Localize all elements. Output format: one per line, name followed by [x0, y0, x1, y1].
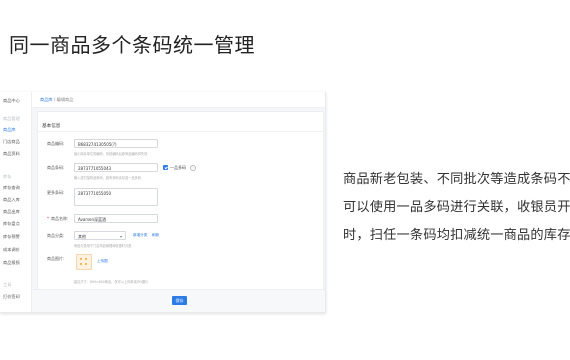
- multi-code-label: 一品多码: [170, 165, 186, 170]
- image-decoration: [80, 258, 83, 261]
- alt-barcodes-textarea[interactable]: 2873771055050: [74, 188, 158, 206]
- save-button[interactable]: 保存: [172, 296, 187, 305]
- code-label: 商品编码:: [47, 141, 65, 146]
- image-decoration: [85, 258, 88, 261]
- sidebar-group-label: 库存: [3, 174, 12, 179]
- sidebar-item-stock-out[interactable]: 商品出库: [3, 209, 20, 215]
- code-hint: 最小库存单位的编码，系统编码后原商品编码将失效: [74, 152, 148, 156]
- top-bar: 商品库 / 编辑商品: [32, 92, 325, 108]
- divider: [38, 131, 323, 132]
- description-line-1: 商品新老包装、不同批次等造成条码不: [343, 172, 570, 187]
- edit-form-panel: 基本信息 商品编码: B683274130505(?) 最小库存单位的编码，系统…: [37, 111, 324, 311]
- sidebar-item-product-info[interactable]: 商品资料: [3, 151, 20, 157]
- help-icon[interactable]: ?: [190, 165, 196, 171]
- app-screenshot: 商品中心 商品管理 商品库 门店商品 商品资料 库存 库存查询 商品入库 商品出…: [0, 92, 326, 313]
- sidebar-item-cost-adjust[interactable]: 成本调价: [3, 247, 20, 253]
- footer-bar: 保存: [32, 289, 325, 312]
- sidebar-item-damage[interactable]: 商品报损: [3, 260, 20, 266]
- image-decoration: [80, 263, 83, 266]
- sidebar: 商品中心 商品管理 商品库 门店商品 商品资料 库存 库存查询 商品入库 商品出…: [0, 92, 32, 312]
- description-line-2: 可以使用一品多码进行关联，收银员开: [343, 200, 570, 215]
- breadcrumb: 商品库 / 编辑商品: [40, 97, 73, 103]
- sidebar-group-label: 商品管理: [3, 116, 20, 121]
- barcode-label: 商品条码:: [47, 165, 65, 170]
- image-decoration: [85, 263, 88, 266]
- page-headline: 同一商品多个条码统一管理: [9, 33, 255, 57]
- name-label: * 商品名称:: [47, 216, 68, 222]
- sidebar-group-label: 工具: [3, 282, 12, 287]
- alt-barcodes-label: 更多条码:: [47, 190, 65, 195]
- image-hint: 建议尺寸：800×800像素，仅可以上传单张JPG图片: [74, 280, 149, 284]
- required-mark: *: [47, 216, 49, 221]
- category-hint: 商品分类用于门店商品管理和收银时分类: [74, 244, 132, 248]
- upload-image-link[interactable]: 上传图: [97, 259, 108, 264]
- chevron-down-icon: ▾: [119, 234, 122, 239]
- sidebar-item-price-tag[interactable]: 打价签印: [3, 294, 20, 300]
- sidebar-item-stock-alert[interactable]: 库存预警: [3, 234, 20, 240]
- refresh-category-link[interactable]: 刷新: [152, 233, 159, 238]
- image-label: 商品图片:: [47, 256, 65, 261]
- sidebar-item-stock-query[interactable]: 库存查询: [3, 185, 20, 191]
- category-label: 商品分类:: [47, 233, 65, 238]
- product-image-thumbnail[interactable]: [76, 254, 92, 270]
- sidebar-header: 商品中心: [3, 98, 20, 103]
- category-selected-value: 其他: [78, 234, 86, 239]
- multi-code-checkbox[interactable]: [163, 165, 168, 170]
- sidebar-item-product-library[interactable]: 商品库: [3, 127, 16, 133]
- sidebar-item-stocktake[interactable]: 库存盘点: [3, 221, 20, 227]
- name-label-text: 商品名称:: [51, 216, 69, 221]
- breadcrumb-parent-link[interactable]: 商品库: [40, 97, 53, 102]
- description-line-3: 时，扫任一条码均扣减统一商品的库存: [343, 228, 570, 243]
- category-select[interactable]: 其他 ▾: [74, 231, 126, 240]
- sidebar-item-store-products[interactable]: 门店商品: [3, 139, 20, 145]
- breadcrumb-current: 编辑商品: [56, 97, 74, 102]
- barcode-input[interactable]: 2873771055043: [74, 163, 158, 172]
- code-input[interactable]: B683274130505(?): [74, 139, 158, 148]
- name-input[interactable]: Avarsen深蓝酒: [74, 214, 158, 223]
- barcode-hint: 输入或扫描商品条码，若有多码请勾选一品多码: [74, 176, 141, 180]
- sidebar-item-stock-in[interactable]: 商品入库: [3, 197, 20, 203]
- section-title: 基本信息: [42, 124, 61, 129]
- add-category-link[interactable]: 新增分类: [133, 233, 147, 238]
